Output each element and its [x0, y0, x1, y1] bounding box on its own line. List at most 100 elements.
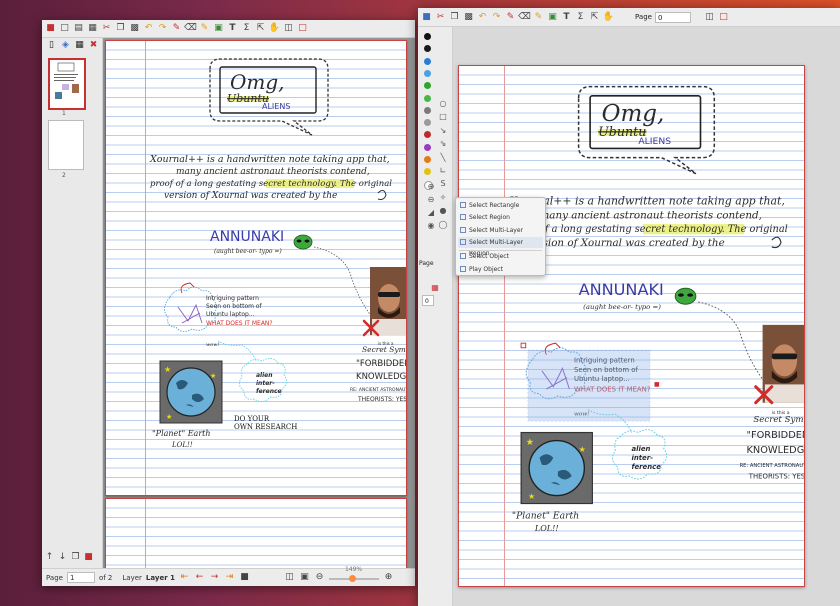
arrow-tool-icon[interactable]: ↘ [438, 126, 448, 136]
save-icon[interactable]: ■ [45, 23, 56, 34]
cut-icon[interactable]: ✂ [101, 23, 112, 34]
zoom-slider[interactable]: 149% [328, 566, 379, 583]
eraser-icon[interactable]: ⌫ [518, 12, 531, 23]
sidebar-toggle-icon[interactable]: ◫ [704, 12, 715, 23]
color-swatch[interactable] [424, 119, 431, 127]
latex-icon[interactable]: Σ [575, 12, 586, 23]
fullscreen-icon[interactable]: □ [297, 23, 308, 34]
selection-handle[interactable] [520, 342, 527, 349]
delete-page-icon[interactable]: ■ [83, 552, 94, 563]
pen-icon[interactable]: ✎ [505, 12, 516, 23]
menu-item[interactable]: Select Object [458, 251, 543, 262]
menu-item[interactable]: Select Multi-Layer Rectangle [458, 225, 543, 245]
color-swatch[interactable] [424, 168, 431, 176]
new-page-icon[interactable]: □ [59, 23, 70, 34]
zoom-out-icon[interactable]: ⊖ [426, 195, 436, 205]
zoom-fit-icon[interactable]: ▣ [299, 572, 310, 583]
note-page[interactable]: Omg, Ubuntu ALIENS Xournal++ is a handwritt… [105, 40, 407, 496]
menu-item[interactable]: Select Region [458, 212, 543, 223]
page-thumbnail-2[interactable] [48, 120, 84, 170]
overview-tab-icon[interactable]: ▦ [74, 40, 85, 51]
next-page-icon[interactable]: → [209, 572, 220, 583]
prev-page-icon[interactable]: ← [194, 572, 205, 583]
selection-rotate-handle[interactable] [654, 382, 660, 387]
save-icon[interactable]: ■ [421, 12, 432, 23]
line-tool-icon[interactable]: ╲ [438, 153, 448, 163]
hand-tool-icon[interactable]: ✋ [603, 12, 614, 23]
close-sidebar-icon[interactable]: ✖ [88, 40, 99, 51]
zoom-out-icon[interactable]: ⊖ [314, 572, 325, 583]
menu-item[interactable]: Select Rectangle [458, 200, 543, 211]
copy-page-icon[interactable]: ❐ [70, 552, 81, 563]
color-swatch[interactable] [424, 57, 431, 65]
page-preview-tab-icon[interactable]: ▯ [46, 40, 57, 51]
undo-icon[interactable]: ↶ [477, 12, 488, 23]
eraser-icon[interactable]: ⌫ [184, 23, 197, 34]
menu-item[interactable]: Play Object [458, 264, 543, 275]
fill-tool-icon[interactable]: ● [438, 206, 448, 216]
latex-icon[interactable]: Σ [241, 23, 252, 34]
copy-icon[interactable]: ❐ [449, 12, 460, 23]
print-icon[interactable]: ▦ [87, 23, 98, 34]
color-swatch[interactable] [424, 106, 431, 114]
image-icon[interactable]: ▣ [213, 23, 224, 34]
text-tool-icon[interactable]: T [561, 12, 572, 23]
palette-page-field[interactable]: 0 [422, 295, 434, 306]
zoom-in-icon[interactable]: ⊕ [426, 182, 436, 192]
color-swatch[interactable] [424, 82, 431, 90]
last-page-icon[interactable]: ⇥ [224, 572, 235, 583]
hand-tool-icon[interactable]: ✋ [269, 23, 280, 34]
double-arrow-tool-icon[interactable]: ⇘ [438, 139, 448, 149]
paste-icon[interactable]: ▩ [463, 12, 474, 23]
document-canvas[interactable]: Omg, Ubuntu ALIENS Xournal++ is a handwritt… [103, 38, 415, 568]
color-swatch[interactable] [424, 69, 431, 77]
highlighter-icon[interactable]: ✎ [199, 23, 210, 34]
spline-tool-icon[interactable]: S [438, 179, 448, 189]
delete-layer-icon[interactable]: ■ [239, 572, 250, 583]
layout-toggle-icon[interactable]: ◫ [284, 572, 295, 583]
color-swatch[interactable] [424, 45, 431, 53]
pen-icon[interactable]: ✎ [171, 23, 182, 34]
zoom-in-icon[interactable]: ⊕ [383, 572, 394, 583]
color-swatch[interactable] [424, 94, 431, 102]
first-page-icon[interactable]: ⇤ [179, 572, 190, 583]
move-page-up-icon[interactable]: ↑ [44, 552, 55, 563]
rect-tool-icon[interactable]: □ [438, 112, 448, 122]
undo-icon[interactable]: ↶ [143, 23, 154, 34]
cut-icon[interactable]: ✂ [435, 12, 446, 23]
ruler-tool-icon[interactable]: ◢ [426, 208, 436, 218]
fullscreen-icon[interactable]: □ [718, 12, 729, 23]
angle-tool-icon[interactable]: ∟ [438, 166, 448, 176]
move-page-down-icon[interactable]: ↓ [57, 552, 68, 563]
color-swatch[interactable] [424, 33, 431, 40]
menu-item[interactable]: Select Multi-Layer Region [458, 237, 543, 257]
select-tool-icon[interactable]: ⇱ [255, 23, 266, 34]
text-tool-icon[interactable]: T [227, 23, 238, 34]
layer-tab-icon[interactable]: ◈ [60, 40, 71, 51]
lasso-tool-icon[interactable]: ◯ [438, 220, 448, 230]
note-page[interactable]: Omg, Ubuntu ALIENS Xournal++ is a handwritt… [458, 65, 805, 587]
open-file-icon[interactable]: ▤ [73, 23, 84, 34]
color-swatch[interactable] [424, 131, 431, 139]
select-tool-icon[interactable]: ⇱ [589, 12, 600, 23]
highlighter-icon[interactable]: ✎ [533, 12, 544, 23]
note-page-2[interactable] [105, 498, 407, 568]
circle-tool-icon[interactable]: ○ [438, 99, 448, 109]
select-tool-icon[interactable]: ▦ [430, 283, 440, 293]
layer-select[interactable]: Layer 1 [146, 574, 175, 582]
layout-icon[interactable]: ◫ [283, 23, 294, 34]
image-icon[interactable]: ▣ [547, 12, 558, 23]
redo-icon[interactable]: ↷ [491, 12, 502, 23]
page-number-field[interactable]: 1 [66, 572, 95, 583]
toolbar-page-field[interactable]: 0 [654, 11, 691, 23]
wand-tool-icon[interactable]: ✧ [438, 193, 448, 203]
paste-icon[interactable]: ▩ [129, 23, 140, 34]
document-canvas-2[interactable]: Omg, Ubuntu ALIENS Xournal++ is a handwritt… [453, 27, 840, 606]
audio-tool-icon[interactable]: ◉ [426, 221, 436, 231]
color-swatch[interactable] [424, 156, 431, 163]
selection-region[interactable] [527, 349, 651, 422]
redo-icon[interactable]: ↷ [157, 23, 168, 34]
copy-icon[interactable]: ❐ [115, 23, 126, 34]
color-swatch[interactable] [424, 143, 431, 151]
page-thumbnail-1[interactable] [48, 58, 86, 110]
